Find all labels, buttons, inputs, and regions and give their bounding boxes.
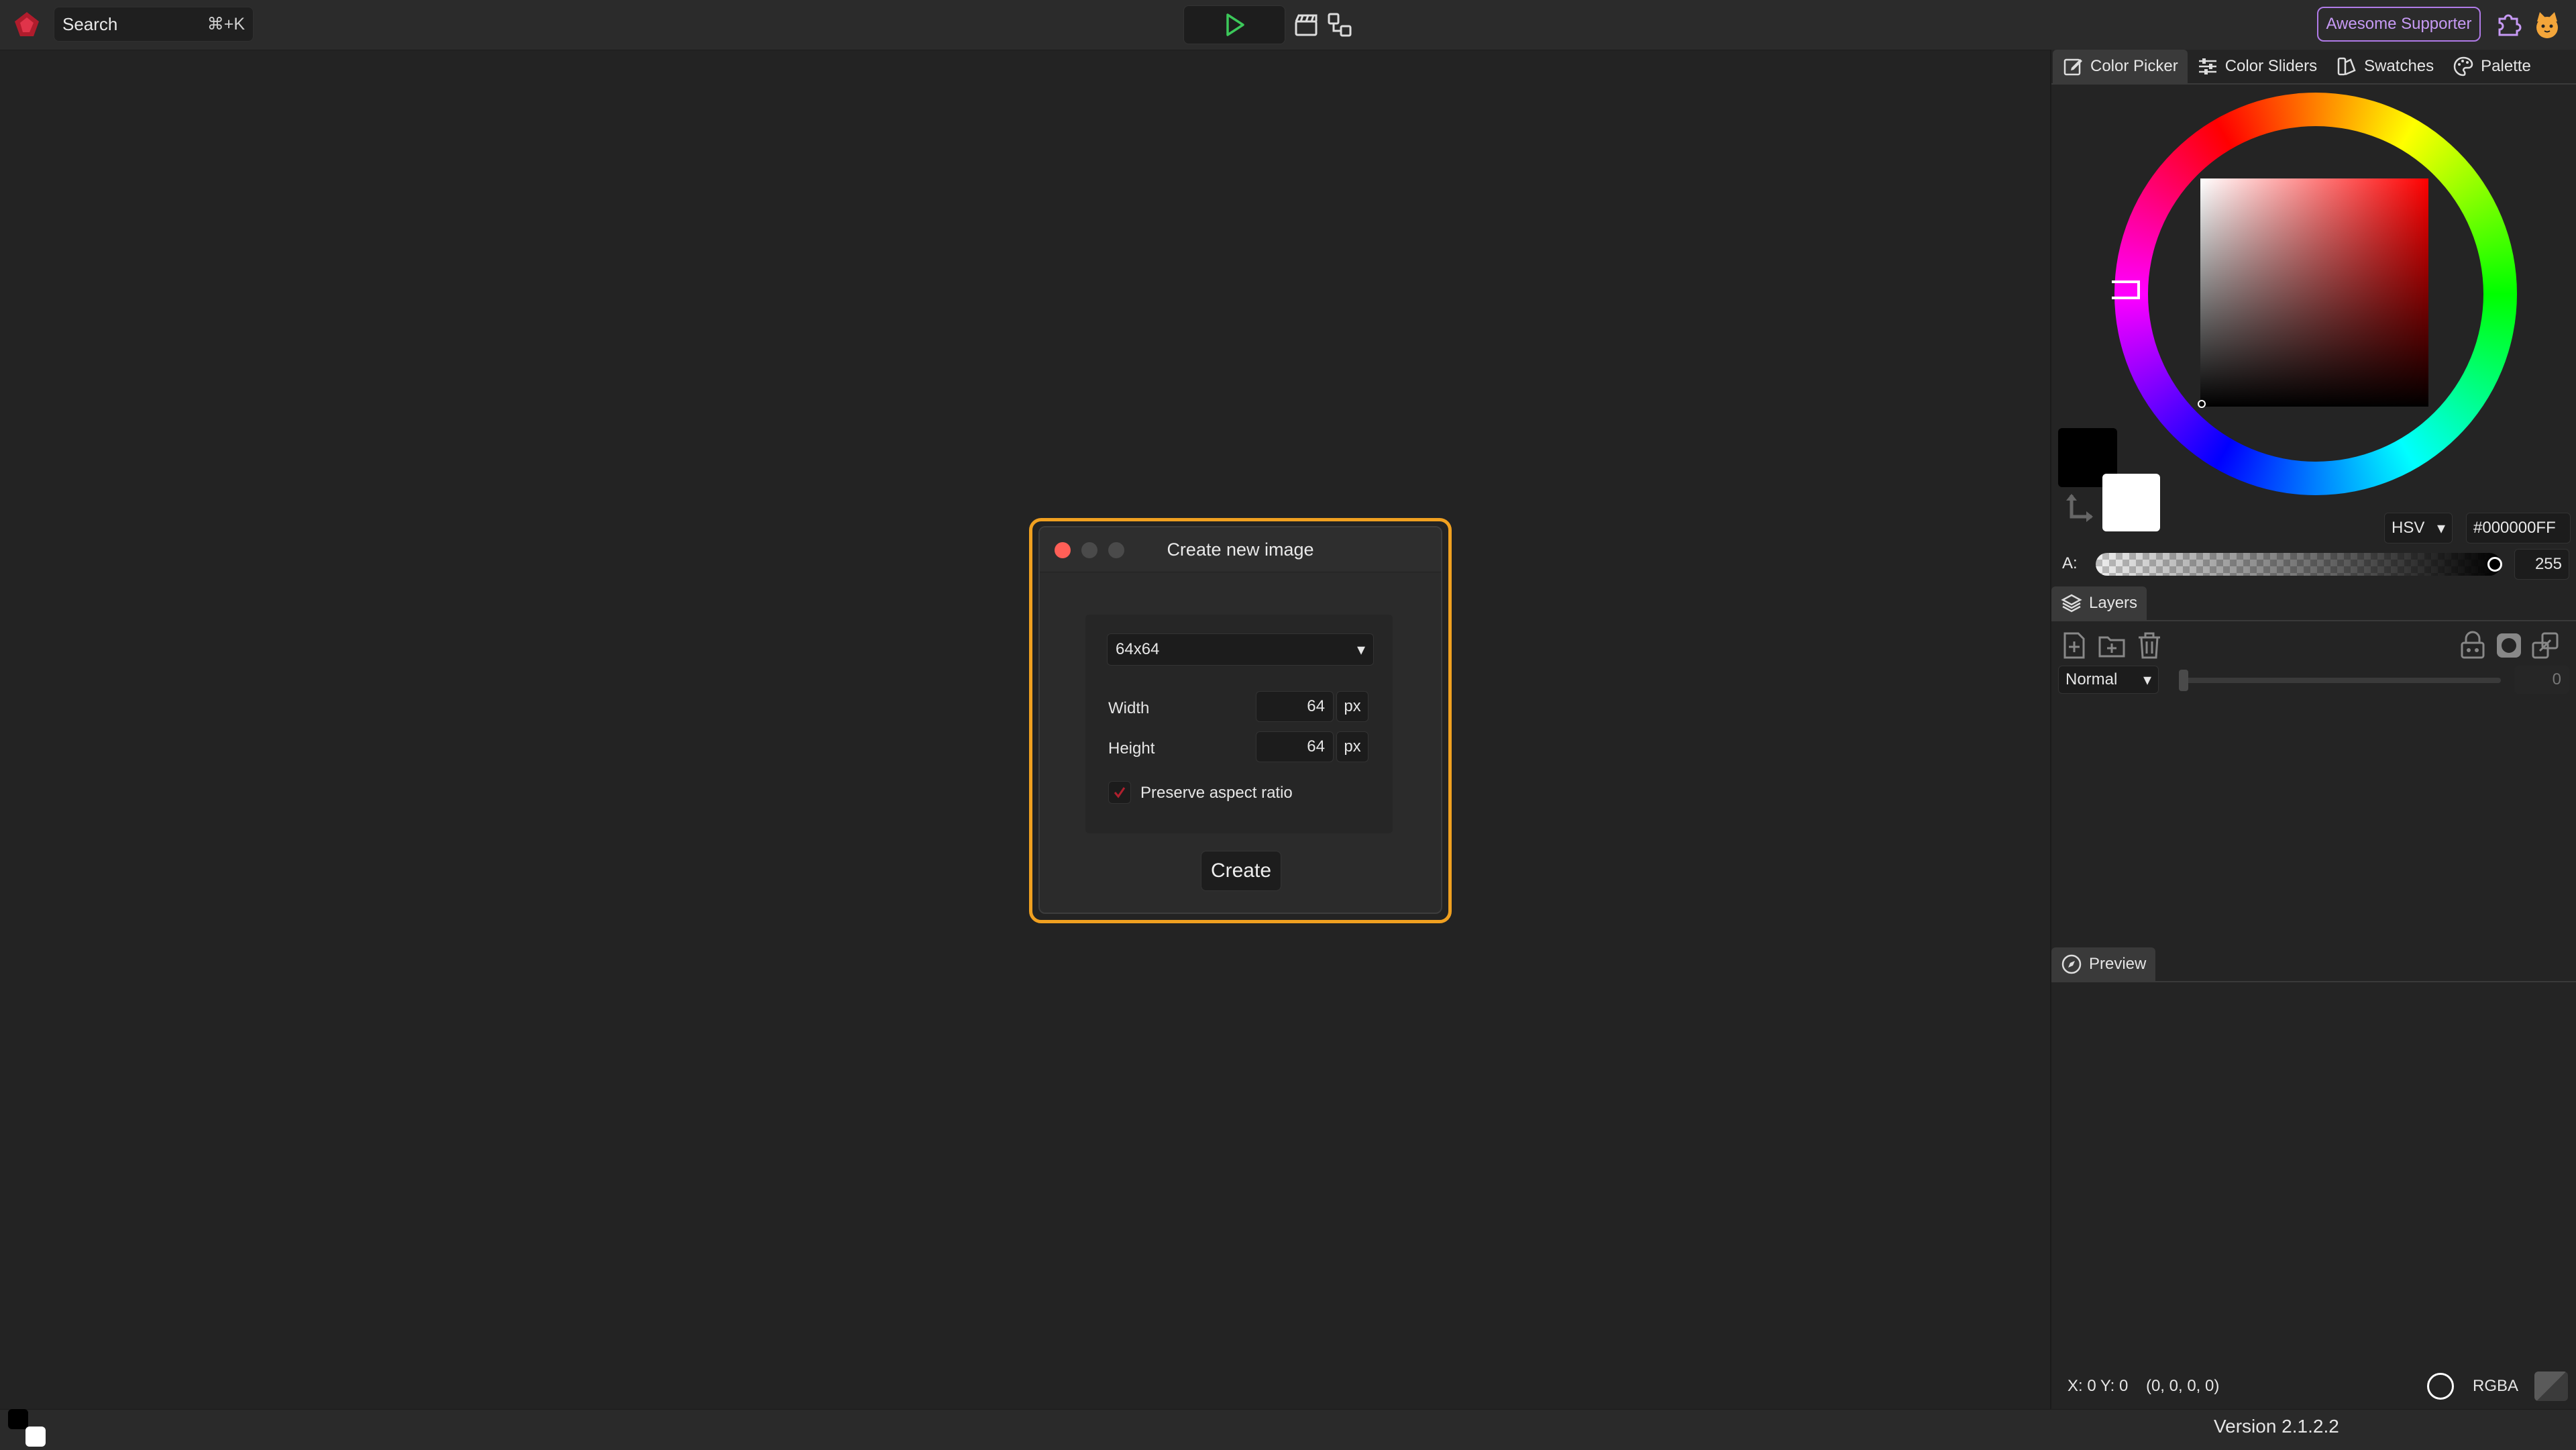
lock-icon[interactable] [2458, 631, 2487, 660]
top-bar: Search ⌘+K Awesome Supporter [0, 0, 2576, 50]
version-label: Version 2.1.2.2 [2214, 1416, 2339, 1437]
color-wheel[interactable] [2109, 90, 2520, 498]
palette-icon [2453, 56, 2473, 76]
color-mode-value: HSV [2392, 519, 2425, 537]
width-unit: px [1336, 691, 1368, 722]
preview-tabs: Preview [2051, 947, 2156, 981]
background-toggle-icon[interactable] [2534, 1371, 2568, 1401]
create-button[interactable]: Create [1201, 851, 1281, 891]
height-value: 64 [1307, 737, 1325, 756]
hex-input[interactable]: #000000FF [2466, 513, 2571, 543]
alpha-value-input[interactable]: 255 [2514, 549, 2569, 580]
checkmark-icon [1114, 787, 1126, 798]
tab-label: Palette [2481, 57, 2531, 75]
layers-tabs: Layers [2051, 586, 2147, 620]
divider [2051, 83, 2576, 85]
alpha-slider-handle[interactable] [2487, 557, 2502, 572]
color-tabs: Color Picker Color Sliders Swatches Pale… [2053, 50, 2540, 83]
cursor-coords: X: 0 Y: 0 (0, 0, 0, 0) [2068, 1377, 2220, 1395]
chevron-down-icon: ▾ [1356, 640, 1365, 659]
hex-value: #000000FF [2473, 519, 2556, 537]
avatar[interactable] [2532, 9, 2563, 40]
compass-icon [2061, 954, 2082, 974]
blend-mode-select[interactable]: Normal ▾ [2058, 666, 2159, 694]
tab-label: Preview [2089, 955, 2147, 973]
preserve-aspect-label[interactable]: Preserve aspect ratio [1140, 784, 1293, 802]
secondary-color-swatch[interactable] [2102, 474, 2160, 531]
run-button[interactable] [1183, 5, 1285, 44]
swap-colors-icon[interactable] [2062, 490, 2098, 526]
alpha-label: A: [2062, 554, 2078, 572]
new-layer-icon[interactable] [2059, 631, 2089, 660]
dialog-title: Create new image [1167, 539, 1314, 560]
hue-ring[interactable] [2109, 90, 2520, 498]
edit-icon [2063, 58, 2082, 76]
tab-preview[interactable]: Preview [2051, 947, 2156, 981]
supporter-label: Awesome Supporter [2326, 15, 2472, 33]
tab-color-sliders[interactable]: Color Sliders [2188, 50, 2326, 83]
merge-layer-icon[interactable] [2530, 631, 2560, 660]
play-icon [1226, 13, 1244, 36]
tab-color-picker[interactable]: Color Picker [2053, 50, 2188, 83]
color-mode-select[interactable]: HSV ▾ [2384, 513, 2453, 543]
mini-primary-swatch[interactable] [8, 1409, 28, 1429]
swatches-icon [2337, 57, 2356, 76]
tab-swatches[interactable]: Swatches [2326, 50, 2443, 83]
width-value: 64 [1307, 697, 1325, 715]
create-image-dialog: Create new image 64x64 ▾ Width 64 px Hei… [1038, 526, 1442, 914]
width-input[interactable]: 64 [1256, 691, 1334, 722]
preset-value: 64x64 [1116, 640, 1160, 658]
search-placeholder: Search [62, 13, 118, 34]
trash-icon[interactable] [2135, 631, 2164, 660]
mask-icon[interactable] [2494, 631, 2524, 660]
divider [2051, 620, 2576, 621]
app-logo-icon[interactable] [12, 9, 42, 39]
bottom-bar [0, 1409, 2576, 1450]
tab-label: Layers [2089, 594, 2138, 612]
create-label: Create [1210, 860, 1272, 882]
height-unit: px [1336, 731, 1368, 762]
right-panel: Color Picker Color Sliders Swatches Pale… [2050, 50, 2576, 1409]
alpha-slider[interactable] [2096, 553, 2501, 576]
width-label: Width [1108, 699, 1150, 717]
puzzle-icon[interactable] [2494, 9, 2522, 38]
node-graph-icon[interactable] [1327, 12, 1352, 38]
color-format-label[interactable]: RGBA [2473, 1377, 2518, 1396]
tab-label: Color Picker [2090, 57, 2178, 75]
tab-label: Color Sliders [2224, 57, 2318, 75]
mini-secondary-swatch[interactable] [25, 1427, 46, 1447]
dialog-titlebar[interactable]: Create new image [1040, 527, 1441, 572]
chevron-down-icon: ▾ [2143, 670, 2151, 689]
layer-opacity-handle[interactable] [2179, 670, 2188, 691]
tab-palette[interactable]: Palette [2443, 50, 2540, 83]
tab-label: Swatches [2364, 57, 2434, 75]
supporter-badge[interactable]: Awesome Supporter [2317, 7, 2481, 42]
tab-layers[interactable]: Layers [2051, 586, 2147, 620]
clapperboard-icon[interactable] [1293, 12, 1319, 38]
layer-opacity-value[interactable]: 0 [2514, 666, 2569, 694]
search-shortcut: ⌘+K [207, 15, 245, 34]
blend-mode-value: Normal [2065, 670, 2118, 688]
opacity-value: 0 [2552, 670, 2561, 688]
height-input[interactable]: 64 [1256, 731, 1334, 762]
layer-opacity-slider[interactable] [2179, 678, 2501, 683]
divider [2051, 981, 2576, 982]
preserve-aspect-checkbox[interactable] [1108, 781, 1131, 804]
search-input[interactable]: Search ⌘+K [54, 7, 254, 42]
height-label: Height [1108, 739, 1155, 758]
brush-shape-icon[interactable] [2427, 1373, 2454, 1400]
new-folder-icon[interactable] [2097, 631, 2127, 660]
chevron-down-icon: ▾ [2436, 519, 2445, 537]
layers-icon [2061, 594, 2082, 613]
alpha-value: 255 [2534, 555, 2562, 573]
dialog-body: 64x64 ▾ Width 64 px Height 64 px Preserv… [1085, 615, 1393, 833]
size-preset-select[interactable]: 64x64 ▾ [1107, 633, 1374, 666]
sliders-icon [2198, 58, 2216, 74]
